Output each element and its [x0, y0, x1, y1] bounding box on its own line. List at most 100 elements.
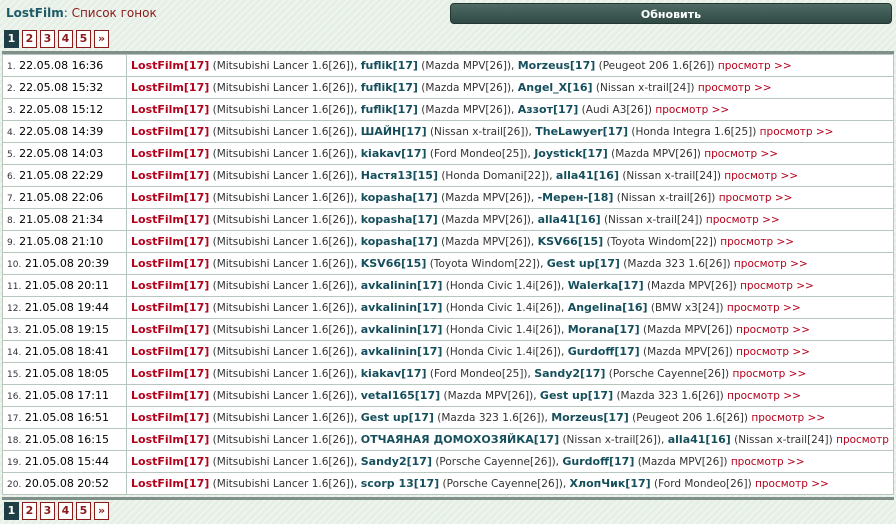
- player-name-link[interactable]: Morzeus[17]: [518, 59, 596, 72]
- player-name-link[interactable]: Morzeus[17]: [551, 411, 629, 424]
- view-race-link[interactable]: просмотр >>: [698, 82, 772, 94]
- view-race-link[interactable]: просмотр >>: [718, 60, 792, 72]
- view-race-link[interactable]: просмотр >>: [731, 456, 805, 468]
- view-race-link[interactable]: просмотр >>: [732, 368, 806, 380]
- refresh-button[interactable]: Обновить: [450, 3, 892, 24]
- player-name-link[interactable]: Gest up[17]: [361, 411, 434, 424]
- race-number: 19.: [7, 458, 22, 468]
- table-row: 11. 21.05.08 20:11 LostFilm[17] (Mitsubis…: [2, 274, 894, 297]
- view-race-link[interactable]: просмотр >>: [655, 104, 729, 116]
- player-name-link[interactable]: LostFilm[17]: [131, 301, 209, 314]
- player-name-link[interactable]: LostFilm[17]: [131, 191, 209, 204]
- player-name-link[interactable]: TheLawyer[17]: [535, 125, 628, 138]
- brand-link[interactable]: LostFilm: [6, 6, 64, 20]
- player-name-link[interactable]: KSV66[15]: [361, 257, 427, 270]
- player-name-link[interactable]: kopasha[17]: [361, 235, 438, 248]
- view-race-link[interactable]: просмотр >>: [836, 434, 892, 446]
- view-race-link[interactable]: просмотр >>: [719, 192, 793, 204]
- player-name-link[interactable]: LostFilm[17]: [131, 345, 209, 358]
- player-name-link[interactable]: ОТЧАЯНАЯ ДОМОХОЗЯЙКА[17]: [361, 433, 559, 446]
- player-name-link[interactable]: kopasha[17]: [361, 191, 438, 204]
- player-name-link[interactable]: LostFilm[17]: [131, 125, 209, 138]
- player-car: (Mazda MPV[26]): [639, 324, 737, 336]
- page-2-button[interactable]: 2: [22, 502, 37, 520]
- player-name-link[interactable]: Аззот[17]: [518, 103, 579, 116]
- player-name-link[interactable]: fuflik[17]: [361, 103, 418, 116]
- player-name-link[interactable]: LostFilm[17]: [131, 433, 209, 446]
- player-name-link[interactable]: LostFilm[17]: [131, 279, 209, 292]
- player-name-link[interactable]: alla41[16]: [556, 169, 619, 182]
- view-race-link[interactable]: просмотр >>: [736, 346, 810, 358]
- table-row: 14. 21.05.08 18:41 LostFilm[17] (Mitsubis…: [2, 340, 894, 363]
- player-name-link[interactable]: LostFilm[17]: [131, 59, 209, 72]
- player-car: (Porsche Cayenne[26]),: [431, 456, 563, 468]
- race-number: 7.: [7, 194, 16, 204]
- player-name-link[interactable]: Morana[17]: [568, 323, 640, 336]
- player-name-link[interactable]: LostFilm[17]: [131, 257, 209, 270]
- player-name-link[interactable]: LostFilm[17]: [131, 411, 209, 424]
- player-name-link[interactable]: Angelina[16]: [568, 301, 648, 314]
- page-3-button[interactable]: 3: [40, 502, 55, 520]
- player-name-link[interactable]: KSV66[15]: [538, 235, 604, 248]
- view-race-link[interactable]: просмотр >>: [727, 390, 801, 402]
- page-5-button[interactable]: 5: [76, 502, 91, 520]
- player-name-link[interactable]: LostFilm[17]: [131, 81, 209, 94]
- player-name-link[interactable]: Walerka[17]: [568, 279, 644, 292]
- player-name-link[interactable]: avkalinin[17]: [361, 345, 443, 358]
- player-name-link[interactable]: kiakav[17]: [361, 367, 427, 380]
- next-page-button[interactable]: »: [94, 30, 109, 48]
- page-5-button[interactable]: 5: [76, 30, 91, 48]
- player-name-link[interactable]: Sandy2[17]: [534, 367, 605, 380]
- player-name-link[interactable]: Sandy2[17]: [361, 455, 432, 468]
- next-page-button[interactable]: »: [94, 502, 109, 520]
- player-name-link[interactable]: LostFilm[17]: [131, 367, 209, 380]
- view-race-link[interactable]: просмотр >>: [734, 258, 808, 270]
- race-datetime: 21.05.08 19:15: [24, 323, 110, 336]
- player-name-link[interactable]: fuflik[17]: [361, 59, 418, 72]
- view-race-link[interactable]: просмотр >>: [736, 324, 810, 336]
- player-name-link[interactable]: alla41[16]: [538, 213, 601, 226]
- player-name-link[interactable]: LostFilm[17]: [131, 213, 209, 226]
- player-name-link[interactable]: Gest up[17]: [540, 389, 613, 402]
- view-race-link[interactable]: просмотр >>: [755, 478, 829, 490]
- view-race-link[interactable]: просмотр >>: [724, 170, 798, 182]
- player-name-link[interactable]: LostFilm[17]: [131, 103, 209, 116]
- player-name-link[interactable]: scorp 13[17]: [361, 477, 439, 490]
- player-name-link[interactable]: LostFilm[17]: [131, 147, 209, 160]
- player-name-link[interactable]: Gurdoff[17]: [568, 345, 640, 358]
- race-number: 8.: [7, 216, 16, 226]
- view-race-link[interactable]: просмотр >>: [706, 214, 780, 226]
- player-name-link[interactable]: LostFilm[17]: [131, 389, 209, 402]
- view-race-link[interactable]: просмотр >>: [751, 412, 825, 424]
- player-name-link[interactable]: LostFilm[17]: [131, 455, 209, 468]
- player-name-link[interactable]: avkalinin[17]: [361, 279, 443, 292]
- page-3-button[interactable]: 3: [40, 30, 55, 48]
- player-name-link[interactable]: kiakav[17]: [361, 147, 427, 160]
- player-name-link[interactable]: alla41[16]: [668, 433, 731, 446]
- player-name-link[interactable]: LostFilm[17]: [131, 477, 209, 490]
- view-race-link[interactable]: просмотр >>: [704, 148, 778, 160]
- player-name-link[interactable]: Настя13[15]: [361, 169, 438, 182]
- player-name-link[interactable]: LostFilm[17]: [131, 323, 209, 336]
- player-name-link[interactable]: avkalinin[17]: [361, 301, 443, 314]
- player-name-link[interactable]: vetal165[17]: [361, 389, 440, 402]
- player-name-link[interactable]: Gest up[17]: [547, 257, 620, 270]
- player-name-link[interactable]: Gurdoff[17]: [562, 455, 634, 468]
- player-name-link[interactable]: LostFilm[17]: [131, 235, 209, 248]
- player-name-link[interactable]: kopasha[17]: [361, 213, 438, 226]
- player-name-link[interactable]: LostFilm[17]: [131, 169, 209, 182]
- player-name-link[interactable]: Joystick[17]: [534, 147, 608, 160]
- player-name-link[interactable]: fuflik[17]: [361, 81, 418, 94]
- page-4-button[interactable]: 4: [58, 30, 73, 48]
- view-race-link[interactable]: просмотр >>: [740, 280, 814, 292]
- player-name-link[interactable]: -Мерен-[18]: [538, 191, 614, 204]
- player-name-link[interactable]: ШАЙН[17]: [361, 125, 427, 138]
- page-2-button[interactable]: 2: [22, 30, 37, 48]
- view-race-link[interactable]: просмотр >>: [720, 236, 794, 248]
- player-name-link[interactable]: ХлопЧик[17]: [570, 477, 651, 490]
- view-race-link[interactable]: просмотр >>: [727, 302, 801, 314]
- player-name-link[interactable]: avkalinin[17]: [361, 323, 443, 336]
- player-name-link[interactable]: Angel_X[16]: [518, 81, 593, 94]
- page-4-button[interactable]: 4: [58, 502, 73, 520]
- view-race-link[interactable]: просмотр >>: [760, 126, 834, 138]
